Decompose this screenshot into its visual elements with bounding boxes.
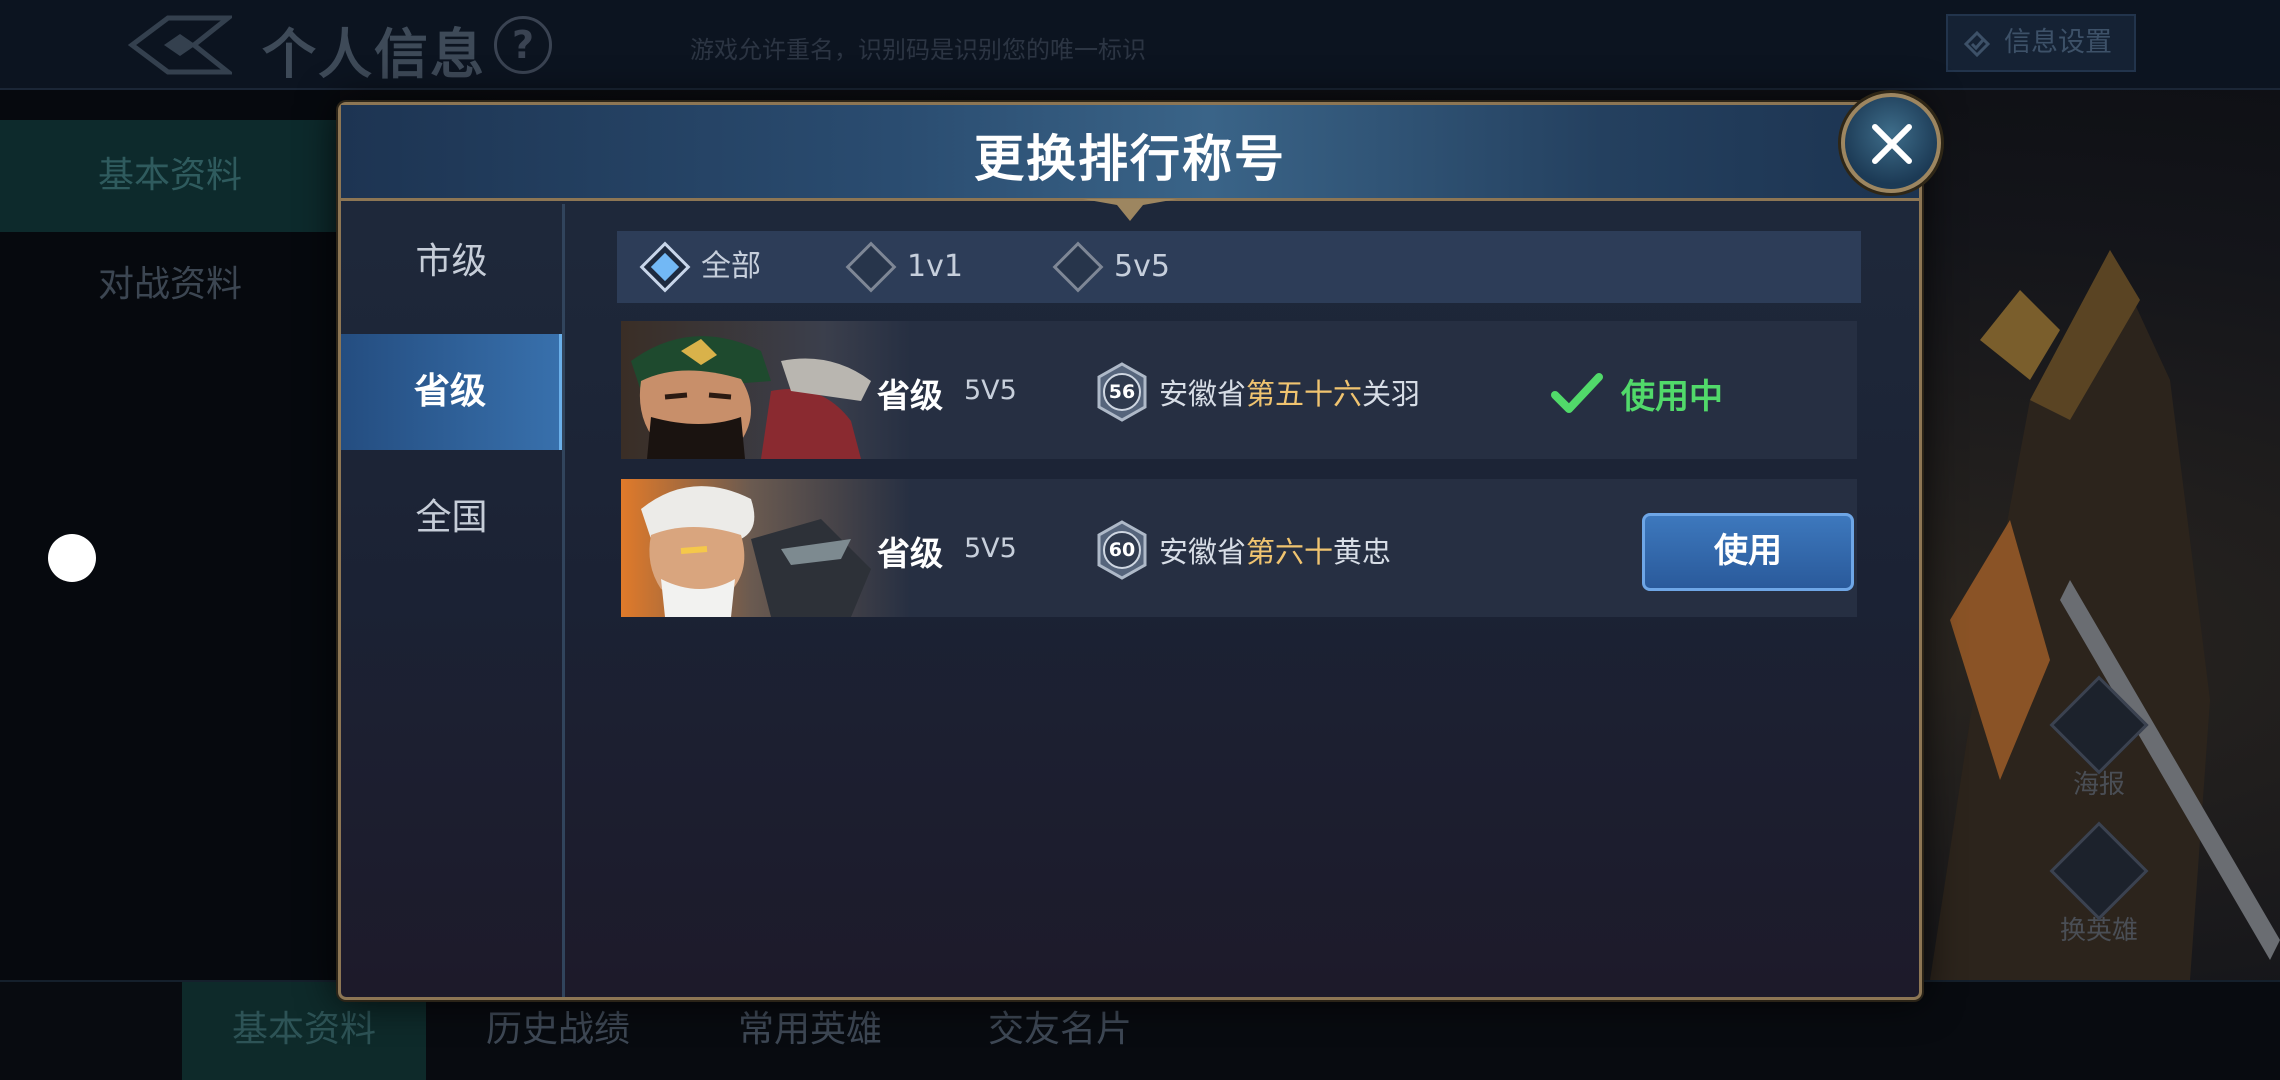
info-settings-label: 信息设置 [2004,27,2112,58]
title-row: 省级 5V5 60 安徽省第六十黄忠 使用 [621,479,1857,617]
rank-level: 省级 [877,534,943,573]
radio-diamond-icon [845,241,897,293]
left-nav-basic-info[interactable]: 基本资料 [0,120,340,232]
left-nav: 基本资料 对战资料 [0,90,340,980]
rename-hint: 游戏允许重名，识别码是识别您的唯一标识 [690,36,1146,64]
title-row: 省级 5V5 56 安徽省第五十六关羽 使用中 [621,321,1857,459]
rank-mode: 5V5 [964,375,1017,406]
floating-assist-button[interactable] [48,534,96,582]
info-settings-button[interactable]: 信息设置 [1946,14,2136,72]
rank-title: 安徽省第六十黄忠 [1159,529,1391,571]
tab-province[interactable]: 省级 [341,334,562,450]
switch-hero-button[interactable]: 换英雄 [2044,821,2154,947]
settings-diamond-icon [1964,31,1990,57]
rank-title-position: 第五十六 [1246,377,1363,411]
filter-1v1-label: 1v1 [907,249,963,284]
dialog-header: 更换排行称号 [341,105,1919,201]
screen: 个人信息 ? 游戏允许重名，识别码是识别您的唯一标识 信息设置 基本资料 对战资… [0,0,2280,1080]
checkmark-icon [1551,373,1603,413]
rank-mode: 5V5 [964,533,1017,564]
tab-city[interactable]: 市级 [341,204,562,320]
left-nav-battle-info[interactable]: 对战资料 [0,240,340,330]
back-arrow-icon[interactable] [128,14,232,76]
close-button[interactable] [1841,93,1941,193]
rank-badge-number: 56 [1108,381,1136,403]
page-title: 个人信息 [262,23,486,86]
rank-title-hero: 黄忠 [1333,535,1392,569]
rank-title-province: 安徽省 [1159,535,1247,569]
close-icon [1872,124,1912,164]
filter-all-label: 全部 [701,249,761,284]
rank-title-position: 第六十 [1246,535,1334,569]
rank-title: 安徽省第五十六关羽 [1159,371,1420,413]
hero-portrait-huangzhong [621,479,911,617]
header-ornament [1083,199,1177,221]
change-rank-title-dialog: 更换排行称号 市级 省级 全国 全部 1v1 5v5 省级 5V5 56 安徽省… [338,93,1941,1000]
radio-diamond-icon [1052,241,1104,293]
radio-diamond-icon [639,241,691,293]
dialog-title: 更换排行称号 [974,130,1286,188]
scope-tabs: 市级 省级 全国 [341,204,565,997]
rank-level: 省级 [877,376,943,415]
use-title-button[interactable]: 使用 [1642,513,1854,591]
poster-icon [2049,675,2149,775]
poster-button[interactable]: 海报 [2044,675,2154,801]
filter-5v5-label: 5v5 [1114,249,1170,284]
tab-national[interactable]: 全国 [341,460,562,576]
in-use-status: 使用中 [1551,369,1723,418]
switch-hero-icon [2049,821,2149,921]
mode-filter-bar: 全部 1v1 5v5 [617,231,1861,303]
rank-title-province: 安徽省 [1159,377,1247,411]
in-use-label: 使用中 [1621,377,1723,417]
hero-portrait-guanyu [621,321,911,459]
rank-title-hero: 关羽 [1362,377,1421,411]
help-icon[interactable]: ? [494,16,552,74]
rank-badge-number: 60 [1108,539,1136,561]
top-bar: 个人信息 ? 游戏允许重名，识别码是识别您的唯一标识 信息设置 [0,0,2280,90]
